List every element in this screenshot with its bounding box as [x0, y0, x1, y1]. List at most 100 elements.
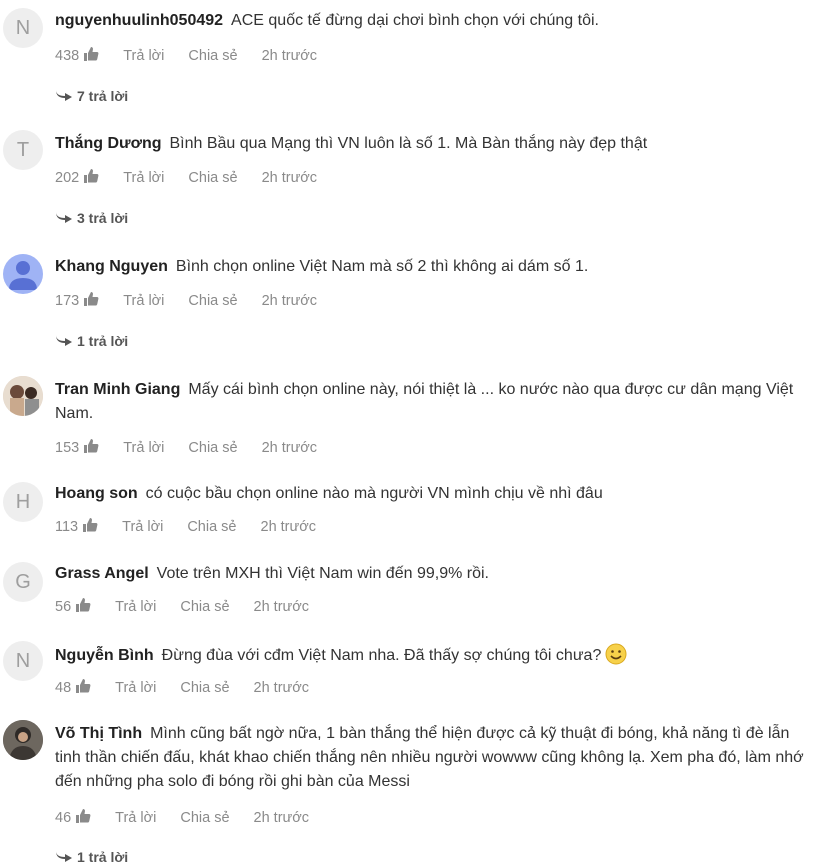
comment-actions: 173 Trả lời Chia sẻ 2h trước: [55, 291, 317, 311]
comment-author[interactable]: Võ Thị Tình: [55, 725, 142, 742]
like-button[interactable]: 202: [55, 169, 99, 187]
comment-author[interactable]: Grass Angel: [55, 565, 149, 582]
avatar[interactable]: N: [3, 8, 43, 48]
share-button[interactable]: Chia sẻ: [188, 293, 237, 309]
timestamp: 2h trước: [253, 680, 309, 696]
thumbs-up-icon[interactable]: [83, 47, 99, 65]
comment-body: Hoang son có cuộc bầu chọn online nào mà …: [55, 482, 815, 506]
smiling-face-icon: [605, 643, 627, 673]
share-button[interactable]: Chia sẻ: [188, 48, 237, 64]
reply-button[interactable]: Trả lời: [115, 810, 156, 826]
reply-button[interactable]: Trả lời: [123, 293, 164, 309]
comment-author[interactable]: Hoang son: [55, 485, 138, 502]
timestamp: 2h trước: [261, 440, 318, 456]
timestamp: 2h trước: [261, 48, 318, 64]
comment-body: Khang Nguyen Bình chọn online Việt Nam mà…: [55, 255, 815, 279]
comment-author[interactable]: Tran Minh Giang: [55, 381, 180, 398]
comment-text: ACE quốc tế đừng dại chơi bình chọn với …: [231, 12, 599, 29]
comment-actions: 46 Trả lời Chia sẻ 2h trước: [55, 808, 309, 828]
comment-body: Thắng Dương Bình Bầu qua Mạng thì VN luôn…: [55, 132, 815, 156]
share-button[interactable]: Chia sẻ: [180, 810, 229, 826]
comment-actions: 56 Trả lời Chia sẻ 2h trước: [55, 597, 309, 617]
user-photo-icon: [3, 720, 43, 760]
like-button[interactable]: 438: [55, 47, 99, 65]
avatar[interactable]: N: [3, 641, 43, 681]
like-button[interactable]: 113: [55, 518, 98, 536]
timestamp: 2h trước: [253, 599, 309, 615]
thumbs-up-icon[interactable]: [82, 518, 98, 536]
like-count: 438: [55, 48, 80, 64]
comment-actions: 438 Trả lời Chia sẻ 2h trước: [55, 46, 317, 66]
avatar[interactable]: [3, 254, 43, 294]
comment-text: có cuộc bầu chọn online nào mà người VN …: [145, 485, 603, 502]
reply-arrow-icon: [55, 333, 73, 349]
comment-actions: 202 Trả lời Chia sẻ 2h trước: [55, 168, 317, 188]
share-button[interactable]: Chia sẻ: [188, 440, 237, 456]
comment-text: Mình cũng bất ngờ nữa, 1 bàn thắng thể h…: [55, 725, 804, 790]
comment-actions: 113 Trả lời Chia sẻ 2h trước: [55, 517, 316, 537]
timestamp: 2h trước: [253, 810, 309, 826]
comment-text: Vote trên MXH thì Việt Nam win đến 99,9%…: [156, 565, 489, 582]
comment-text: Đừng đùa với cđm Việt Nam nha. Đã thấy s…: [161, 647, 602, 664]
reply-button[interactable]: Trả lời: [115, 680, 156, 696]
comment-author[interactable]: nguyenhuulinh050492: [55, 12, 223, 29]
avatar[interactable]: [3, 720, 43, 760]
thumbs-up-icon[interactable]: [83, 169, 99, 187]
like-button[interactable]: 48: [55, 679, 91, 697]
comment-actions: 48 Trả lời Chia sẻ 2h trước: [55, 678, 309, 698]
like-count: 48: [55, 680, 72, 696]
view-replies-link[interactable]: 7 trả lời: [55, 86, 128, 106]
comment-author[interactable]: Nguyễn Bình: [55, 647, 154, 664]
like-count: 153: [55, 440, 80, 456]
reply-arrow-icon: [55, 849, 73, 865]
reply-arrow-icon: [55, 88, 73, 104]
comment-body: Võ Thị Tình Mình cũng bất ngờ nữa, 1 bàn …: [55, 722, 815, 794]
like-button[interactable]: 46: [55, 809, 91, 827]
reply-button[interactable]: Trả lời: [122, 519, 163, 535]
default-user-icon: [9, 261, 37, 290]
comment-author[interactable]: Thắng Dương: [55, 135, 162, 152]
share-button[interactable]: Chia sẻ: [188, 170, 237, 186]
thumbs-up-icon[interactable]: [75, 679, 91, 697]
comment-author[interactable]: Khang Nguyen: [55, 258, 168, 275]
comment-text: Bình chọn online Việt Nam mà số 2 thì kh…: [175, 258, 589, 275]
like-button[interactable]: 153: [55, 439, 99, 457]
like-count: 46: [55, 810, 72, 826]
thumbs-up-icon[interactable]: [83, 439, 99, 457]
like-button[interactable]: 173: [55, 292, 99, 310]
timestamp: 2h trước: [260, 519, 316, 535]
reply-button[interactable]: Trả lời: [115, 599, 156, 615]
avatar[interactable]: [3, 376, 43, 416]
replies-count: 1 trả lời: [77, 849, 129, 865]
user-photo-icon: [3, 376, 43, 416]
replies-count: 1 trả lời: [77, 333, 129, 349]
avatar[interactable]: H: [3, 482, 43, 522]
thumbs-up-icon[interactable]: [75, 598, 91, 616]
replies-count: 3 trả lời: [77, 210, 129, 226]
like-count: 56: [55, 599, 72, 615]
comment-body: Grass Angel Vote trên MXH thì Việt Nam wi…: [55, 562, 815, 586]
thumbs-up-icon[interactable]: [83, 292, 99, 310]
reply-button[interactable]: Trả lời: [123, 440, 164, 456]
comment-body: nguyenhuulinh050492 ACE quốc tế đừng dại …: [55, 9, 815, 33]
reply-button[interactable]: Trả lời: [123, 170, 164, 186]
avatar[interactable]: G: [3, 562, 43, 602]
thumbs-up-icon[interactable]: [75, 809, 91, 827]
view-replies-link[interactable]: 1 trả lời: [55, 331, 128, 351]
share-button[interactable]: Chia sẻ: [180, 680, 229, 696]
share-button[interactable]: Chia sẻ: [187, 519, 236, 535]
like-button[interactable]: 56: [55, 598, 91, 616]
like-count: 173: [55, 293, 80, 309]
comment-actions: 153 Trả lời Chia sẻ 2h trước: [55, 438, 317, 458]
comment-text: Bình Bầu qua Mạng thì VN luôn là số 1. M…: [169, 135, 648, 152]
share-button[interactable]: Chia sẻ: [180, 599, 229, 615]
like-count: 202: [55, 170, 80, 186]
timestamp: 2h trước: [261, 293, 318, 309]
like-count: 113: [55, 519, 79, 535]
view-replies-link[interactable]: 3 trả lời: [55, 208, 128, 228]
timestamp: 2h trước: [261, 170, 318, 186]
comment-body: Tran Minh Giang Mấy cái bình chọn online …: [55, 378, 815, 426]
avatar[interactable]: T: [3, 130, 43, 170]
view-replies-link[interactable]: 1 trả lời: [55, 847, 128, 867]
reply-button[interactable]: Trả lời: [123, 48, 164, 64]
